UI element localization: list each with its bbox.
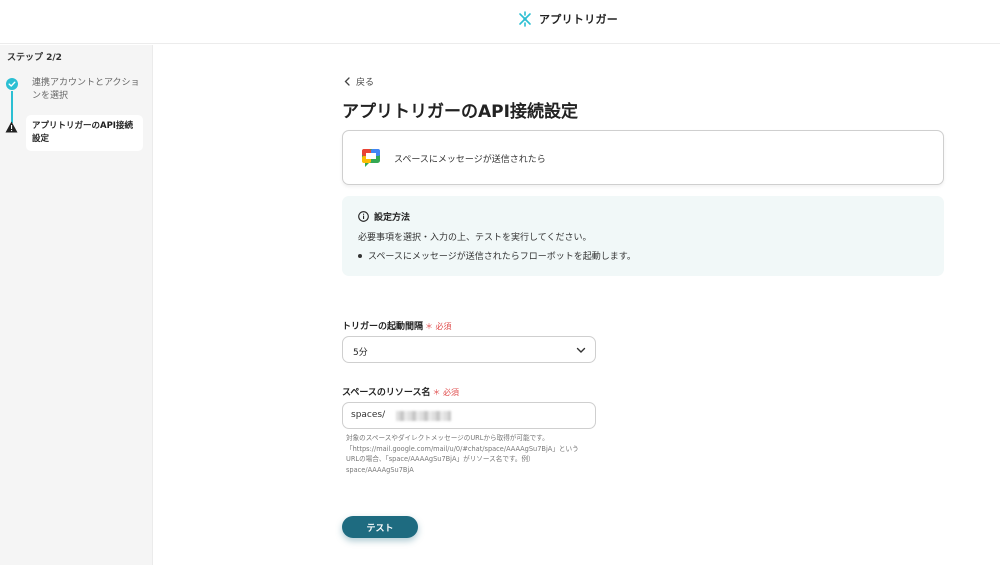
step-count: ステップ 2/2 xyxy=(7,53,62,63)
redacted-value xyxy=(396,411,451,421)
trigger-card: スペースにメッセージが送信されたら xyxy=(342,130,944,185)
required-mark: ＊ 必須 xyxy=(432,388,460,397)
info-heading: 設定方法 xyxy=(358,210,410,223)
brand-name: アプリトリガー xyxy=(539,13,619,26)
info-icon xyxy=(358,211,369,222)
step-progress-line xyxy=(11,91,13,123)
interval-label-text: トリガーの起動間隔 xyxy=(342,322,424,332)
trigger-name: スペースにメッセージが送信されたら xyxy=(394,155,546,165)
back-label: 戻る xyxy=(356,78,375,88)
info-heading-text: 設定方法 xyxy=(374,213,411,223)
interval-select[interactable]: 5分 xyxy=(342,336,596,363)
google-chat-icon xyxy=(362,149,380,167)
resource-help-text: 対象のスペースやダイレクトメッセージのURLから取得が可能です。 「https:… xyxy=(346,433,604,475)
help-line: URLの場合、「space/AAAAgSu7BjA」がリソース名です。例） xyxy=(346,455,535,463)
app-trigger-logo-icon xyxy=(519,11,531,27)
warning-icon xyxy=(5,121,18,133)
top-header: アプリトリガー xyxy=(0,0,1000,44)
help-line: 対象のスペースやダイレクトメッセージのURLから取得が可能です。 xyxy=(346,434,549,442)
info-description: 必要事項を選択・入力の上、テストを実行してください。 xyxy=(358,233,592,243)
step-sidebar: ステップ 2/2 連携アカウントとアクションを選択 アプリトリガーのAPI接続設… xyxy=(0,45,153,565)
info-bullet-item: スペースにメッセージが送信されたらフローボットを起動します。 xyxy=(358,249,636,262)
chevron-down-icon xyxy=(576,347,586,353)
help-line: space/AAAAgSu7BjA xyxy=(346,465,414,474)
brand: アプリトリガー xyxy=(517,11,618,27)
setup-info-box: 設定方法 必要事項を選択・入力の上、テストを実行してください。 スペースにメッセ… xyxy=(342,196,944,276)
interval-field-label: トリガーの起動間隔＊ 必須 xyxy=(342,319,452,332)
required-mark: ＊ 必須 xyxy=(425,322,452,331)
check-circle-icon xyxy=(6,78,18,90)
help-line: 「https://mail.google.com/mail/u/0/#chat/… xyxy=(346,444,579,453)
resource-input-value: spaces/ xyxy=(351,410,386,420)
resource-label-text: スペースのリソース名 xyxy=(342,388,431,398)
page-title: アプリトリガーのAPI接続設定 xyxy=(342,102,578,122)
resource-name-input[interactable]: spaces/ xyxy=(342,402,596,429)
info-bullet-text: スペースにメッセージが送信されたらフローボットを起動します。 xyxy=(368,252,636,262)
resource-field-label: スペースのリソース名＊ 必須 xyxy=(342,385,459,398)
bullet-dot xyxy=(358,253,362,258)
interval-selected-value: 5分 xyxy=(353,348,368,358)
sidebar-step-select-account[interactable]: 連携アカウントとアクションを選択 xyxy=(32,77,140,103)
chevron-left-icon xyxy=(344,77,350,86)
sidebar-step-api-settings[interactable]: アプリトリガーのAPI接続設定 xyxy=(26,115,143,151)
back-link[interactable]: 戻る xyxy=(344,75,374,88)
test-button[interactable]: テスト xyxy=(342,516,418,538)
